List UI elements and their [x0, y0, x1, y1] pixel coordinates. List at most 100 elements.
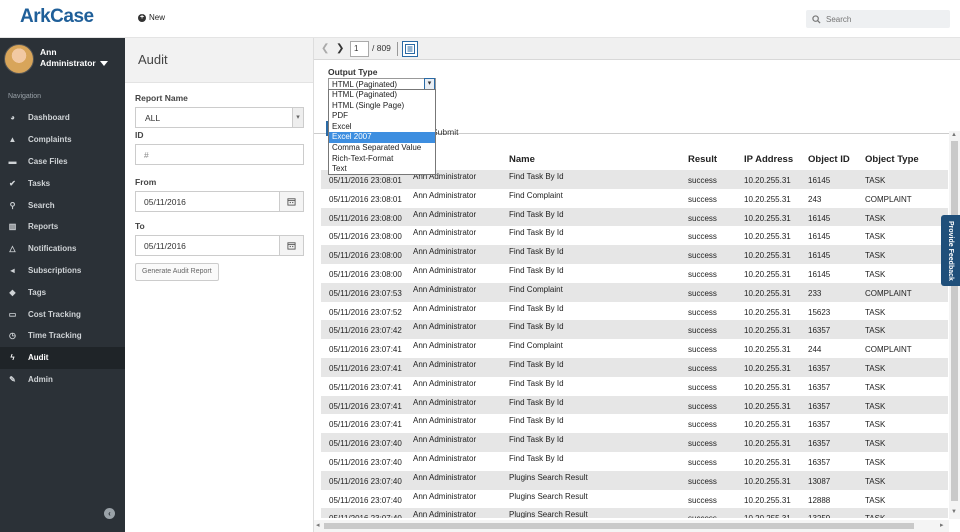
- caret-down-icon[interactable]: [99, 61, 108, 67]
- table-cell: Ann Administrator: [413, 489, 509, 509]
- generate-audit-report-button[interactable]: Generate Audit Report: [135, 263, 219, 281]
- column-header[interactable]: Result: [688, 136, 744, 170]
- table-cell: 16357: [808, 357, 865, 377]
- table-cell: Find Task By Id: [509, 320, 688, 340]
- table-cell: Plugins Search Result: [509, 470, 688, 490]
- megaphone-icon: ◂: [10, 265, 15, 275]
- scroll-right-icon[interactable]: ▸: [940, 521, 944, 529]
- avatar[interactable]: [4, 44, 34, 74]
- table-cell: TASK: [865, 489, 948, 509]
- table-cell: Find Task By Id: [509, 207, 688, 227]
- sidebar-item-tags[interactable]: ◆ Tags: [0, 281, 125, 303]
- report-name-value: ALL: [145, 113, 161, 123]
- from-date-value[interactable]: 05/11/2016: [135, 191, 280, 212]
- table-cell: success: [688, 489, 744, 509]
- table-cell: 233: [808, 282, 865, 302]
- output-option[interactable]: Text: [329, 164, 435, 175]
- output-option[interactable]: Excel 2007: [329, 132, 435, 143]
- to-date-value[interactable]: 05/11/2016: [135, 235, 280, 256]
- column-header[interactable]: Object Type: [865, 136, 948, 170]
- sidebar-item-label: Notifications: [28, 244, 77, 254]
- plus-icon: +: [138, 13, 146, 22]
- vertical-scrollbar[interactable]: ▲ ▼: [949, 131, 960, 519]
- report-name-select[interactable]: ALL ▾: [135, 107, 304, 128]
- calendar-icon[interactable]: [280, 235, 304, 256]
- sidebar-item-case-files[interactable]: ▬ Case Files: [0, 151, 125, 173]
- output-option[interactable]: Rich-Text-Format: [329, 154, 435, 165]
- sidebar-item-dashboard[interactable]: ◕ Dashboard: [0, 107, 125, 129]
- id-field[interactable]: #: [135, 144, 304, 165]
- sidebar-item-complaints[interactable]: ▲ Complaints: [0, 129, 125, 151]
- table-cell: 10.20.255.31: [744, 263, 808, 283]
- sidebar-item-admin[interactable]: ✎ Admin: [0, 369, 125, 391]
- sidebar-item-reports[interactable]: ▥ Reports: [0, 216, 125, 238]
- table-row: 05/11/2016 23:08:00 Ann Administrator Find…: [321, 207, 948, 227]
- output-option[interactable]: PDF: [329, 111, 435, 122]
- table-cell: 15623: [808, 301, 865, 321]
- toggle-parameters-icon[interactable]: [402, 41, 418, 57]
- table-row: 05/11/2016 23:07:41 Ann Administrator Find…: [321, 376, 948, 396]
- output-type-dropdown[interactable]: HTML (Paginated) HTML (Single Page) PDF Exc…: [328, 89, 436, 175]
- collapse-sidebar-icon[interactable]: ‹: [104, 508, 115, 519]
- table-cell: Plugins Search Result: [509, 508, 688, 518]
- scroll-thumb[interactable]: [324, 523, 914, 529]
- output-type-value: HTML (Paginated): [332, 80, 398, 89]
- scroll-left-icon[interactable]: ◂: [316, 521, 320, 529]
- scroll-down-icon[interactable]: ▼: [951, 509, 957, 515]
- table-cell: 10.20.255.31: [744, 451, 808, 471]
- table-cell: 16357: [808, 395, 865, 415]
- calendar-icon[interactable]: [280, 191, 304, 212]
- sidebar-item-subscriptions[interactable]: ◂ Subscriptions: [0, 260, 125, 282]
- provide-feedback-tab[interactable]: Provide Feedback: [941, 215, 960, 286]
- sidebar-item-label: Reports: [28, 222, 59, 232]
- table-cell: Ann Administrator: [413, 508, 509, 518]
- sidebar-item-cost-tracking[interactable]: ▭ Cost Tracking: [0, 303, 125, 325]
- scroll-up-icon[interactable]: ▲: [951, 132, 957, 138]
- sidebar-item-search[interactable]: ⚲ Search: [0, 194, 125, 216]
- table-cell: success: [688, 245, 744, 264]
- to-date-field[interactable]: 05/11/2016: [135, 235, 304, 256]
- scroll-thumb[interactable]: [951, 141, 958, 501]
- output-option[interactable]: Comma Separated Value: [329, 143, 435, 154]
- sidebar-item-tasks[interactable]: ✔ Tasks: [0, 172, 125, 194]
- sidebar-item-audit[interactable]: ϟ Audit: [0, 346, 125, 369]
- table-cell: 10.20.255.31: [744, 339, 808, 358]
- output-option[interactable]: HTML (Paginated): [329, 90, 435, 101]
- column-header[interactable]: Object ID: [808, 136, 865, 170]
- output-option[interactable]: Excel: [329, 122, 435, 133]
- table-cell: 10.20.255.31: [744, 357, 808, 377]
- sidebar-item-notifications[interactable]: △ Notifications: [0, 238, 125, 260]
- user-name[interactable]: Ann Administrator: [40, 47, 108, 69]
- table-cell: TASK: [865, 433, 948, 452]
- page-total: / 809: [372, 43, 391, 53]
- table-cell: Find Complaint: [509, 339, 688, 358]
- horizontal-scrollbar[interactable]: ◂ ▸: [314, 520, 949, 532]
- page-number-input[interactable]: 1: [350, 41, 369, 57]
- table-cell: success: [688, 188, 744, 208]
- new-button[interactable]: + New: [138, 13, 165, 22]
- search-input[interactable]: [826, 14, 946, 24]
- from-date-field[interactable]: 05/11/2016: [135, 191, 304, 212]
- chevron-down-icon[interactable]: ▾: [292, 108, 303, 127]
- table-cell: Ann Administrator: [413, 320, 509, 340]
- table-cell: 05/11/2016 23:07:41: [321, 339, 413, 358]
- column-header[interactable]: Name: [509, 136, 688, 170]
- column-header[interactable]: IP Address: [744, 136, 808, 170]
- table-body: 05/11/2016 23:08:01 Ann Administrator Find…: [321, 170, 948, 518]
- sidebar-item-label: Admin: [28, 374, 53, 384]
- sidebar-item-time-tracking[interactable]: ◷ Time Tracking: [0, 325, 125, 347]
- output-option[interactable]: HTML (Single Page): [329, 101, 435, 112]
- table-cell: success: [688, 451, 744, 471]
- user-profile[interactable]: Ann Administrator: [0, 38, 125, 88]
- table-cell: 05/11/2016 23:07:40: [321, 451, 413, 471]
- to-label: To: [135, 221, 145, 231]
- table-cell: TASK: [865, 226, 948, 246]
- search-icon: ⚲: [9, 200, 16, 210]
- table-cell: 05/11/2016 23:08:00: [321, 207, 413, 227]
- search-box[interactable]: [806, 10, 950, 28]
- next-page-icon[interactable]: ❯: [336, 43, 344, 54]
- previous-page-icon[interactable]: ❮: [321, 43, 329, 54]
- table-cell: TASK: [865, 320, 948, 340]
- table-row: 05/11/2016 23:07:41 Ann Administrator Find…: [321, 395, 948, 415]
- arkcase-logo[interactable]: ArkCase: [20, 6, 94, 28]
